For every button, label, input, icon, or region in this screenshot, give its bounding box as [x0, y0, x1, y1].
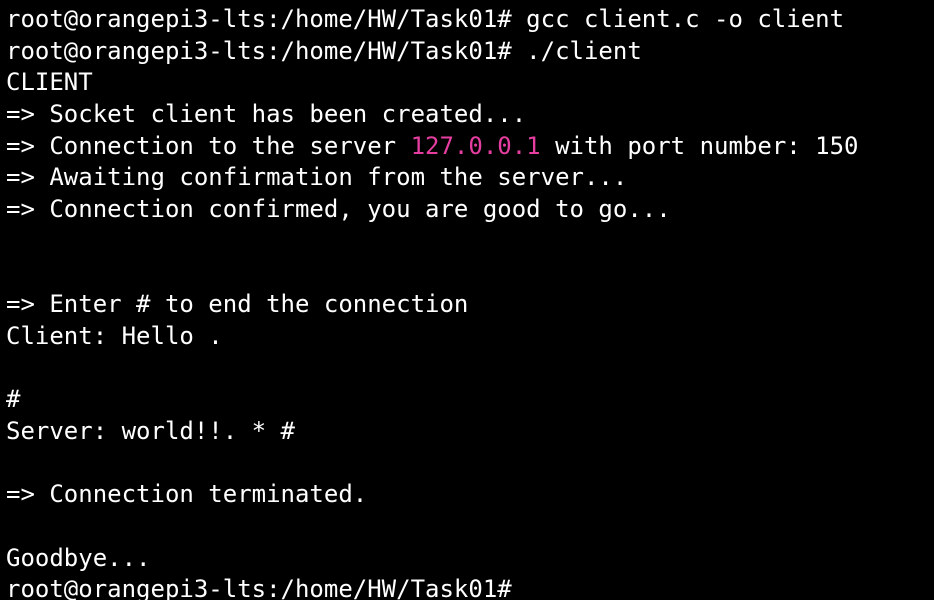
terminal-line-enter-hash-instruction: => Enter # to end the connection [6, 290, 469, 319]
terminal-line-goodbye: Goodbye... [6, 543, 151, 572]
terminal-line-awaiting-confirmation: => Awaiting confirmation from the server… [6, 163, 628, 192]
terminal-line-connection-terminated: => Connection terminated. [6, 480, 368, 509]
connection-prefix-text: => Connection to the server [6, 131, 411, 160]
terminal-line-gcc-command: root@orangepi3-lts:/home/HW/Task01# gcc … [6, 5, 845, 33]
terminal-line-client-header: CLIENT [6, 68, 93, 97]
terminal-line-socket-created: => Socket client has been created... [6, 100, 527, 129]
terminal-line-shell-prompt[interactable]: root@orangepi3-lts:/home/HW/Task01# [6, 574, 934, 600]
terminal-line-connection-info: => Connection to the server 127.0.0.1 wi… [6, 131, 934, 163]
terminal-line-connection-confirmed: => Connection confirmed, you are good to… [6, 195, 671, 224]
server-ip-address: 127.0.0.1 [410, 131, 541, 160]
connection-suffix-text: with port number: 150 [540, 131, 859, 160]
terminal-line-server-message: Server: world!!. * # [6, 416, 295, 445]
terminal-line-run-client-command: root@orangepi3-lts:/home/HW/Task01# ./cl… [6, 36, 642, 65]
terminal-line-client-message: Client: Hello . [6, 321, 223, 350]
terminal-line-hash-input: # [6, 385, 21, 414]
terminal-window[interactable]: root@orangepi3-lts:/home/HW/Task01# gcc … [0, 0, 934, 600]
